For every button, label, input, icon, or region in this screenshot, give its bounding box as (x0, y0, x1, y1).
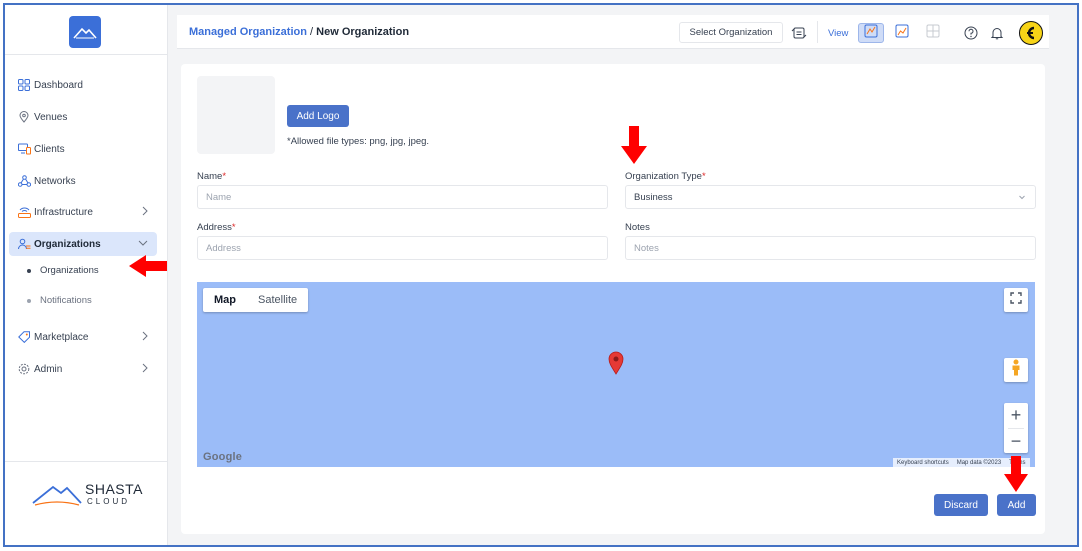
location-map[interactable]: Map Satellite + − Google Keyboard shortc… (197, 282, 1035, 467)
map-view-icon (864, 24, 878, 43)
zoom-out-button[interactable]: − (1004, 429, 1028, 454)
sidebar-item-label: Admin (34, 363, 63, 375)
name-input[interactable]: Name (197, 185, 608, 209)
sidebar-subitem-label: Organizations (40, 265, 99, 276)
chevron-right-icon (141, 362, 149, 377)
address-input[interactable]: Address (197, 236, 608, 260)
sidebar-divider (5, 461, 168, 462)
sidebar-item-marketplace[interactable]: Marketplace (9, 325, 157, 349)
gear-icon (17, 362, 31, 376)
street-view-pegman[interactable] (1004, 358, 1028, 382)
sidebar-subitem-label: Notifications (40, 295, 92, 306)
report-view-icon (895, 24, 909, 43)
zoom-controls: + − (1004, 403, 1028, 453)
add-button[interactable]: Add (997, 494, 1036, 516)
help-icon[interactable] (963, 25, 979, 41)
sidebar-item-admin[interactable]: Admin (9, 357, 157, 381)
map-marker-icon[interactable] (608, 351, 624, 380)
notes-input[interactable]: Notes (625, 236, 1036, 260)
sidebar-item-organizations[interactable]: Organizations (9, 232, 157, 256)
map-data-text: Map data ©2023 (956, 460, 1002, 466)
annotation-arrow-left (129, 255, 167, 277)
breadcrumb-current: New Organization (316, 26, 410, 38)
view-report-button[interactable] (889, 23, 915, 43)
dashboard-grid-icon (17, 78, 31, 92)
breadcrumb-link[interactable]: Managed Organization (189, 26, 307, 38)
breadcrumb: Managed Organization / New Organization (189, 26, 409, 38)
devices-icon (17, 142, 31, 156)
sidebar-item-clients[interactable]: Clients (9, 137, 157, 161)
tab-satellite[interactable]: Satellite (247, 288, 308, 312)
sidebar-item-infrastructure[interactable]: Infrastructure (9, 200, 157, 224)
bullet (27, 268, 31, 273)
chevron-right-icon (141, 330, 149, 345)
router-icon (17, 205, 31, 219)
view-label: View (828, 28, 849, 39)
required-mark: * (231, 222, 236, 233)
sidebar-subitem-organizations[interactable]: Organizations (27, 265, 99, 276)
organization-type-label-text: Organization Type (625, 171, 702, 182)
bell-icon[interactable] (989, 25, 1005, 41)
organization-type-label: Organization Type* (625, 171, 706, 182)
pegman-icon (1010, 359, 1022, 382)
sidebar-item-label: Networks (34, 175, 76, 187)
keyboard-shortcuts-link[interactable]: Keyboard shortcuts (893, 460, 953, 466)
required-mark: * (701, 171, 706, 182)
zoom-in-button[interactable]: + (1004, 403, 1028, 428)
address-label: Address* (197, 222, 236, 233)
avatar[interactable] (1019, 21, 1043, 45)
annotation-arrow-down (1004, 456, 1028, 492)
switch-organization-icon[interactable] (789, 23, 809, 43)
required-mark: * (222, 171, 227, 182)
sidebar-item-label: Venues (34, 111, 68, 123)
google-logo: Google (203, 451, 243, 463)
top-header: Managed Organization / New Organization … (177, 15, 1049, 49)
network-icon (17, 174, 31, 188)
add-logo-button[interactable]: Add Logo (287, 105, 349, 127)
tab-map[interactable]: Map (203, 288, 247, 312)
sidebar-divider (5, 54, 168, 55)
sidebar-item-label: Marketplace (34, 331, 89, 343)
name-label: Name* (197, 171, 226, 182)
fullscreen-button[interactable] (1004, 288, 1028, 312)
sidebar-item-networks[interactable]: Networks (9, 169, 157, 193)
name-label-text: Name (197, 171, 223, 182)
grid-view-icon (926, 24, 940, 43)
notes-label: Notes (625, 222, 650, 233)
view-grid-button[interactable] (920, 23, 946, 43)
app-logo[interactable] (69, 16, 101, 48)
organization-type-value: Business (634, 191, 673, 203)
sidebar-item-label: Organizations (34, 238, 101, 250)
header-divider (817, 21, 818, 43)
organization-type-select[interactable]: Business (625, 185, 1036, 209)
chevron-down-icon (1018, 193, 1026, 204)
annotation-arrow-down (621, 126, 647, 164)
tag-icon (17, 330, 31, 344)
map-type-tabs: Map Satellite (203, 288, 309, 312)
app-window: Dashboard Venues Clients Networks Infras… (3, 3, 1079, 547)
address-label-text: Address (197, 222, 232, 233)
breadcrumb-separator: / (310, 26, 314, 38)
location-pin-icon (17, 110, 31, 124)
users-icon (17, 237, 31, 251)
sidebar-item-label: Clients (34, 143, 65, 155)
fullscreen-icon (1010, 291, 1022, 309)
sidebar-item-label: Dashboard (34, 79, 83, 91)
select-organization-dropdown[interactable]: Select Organization (679, 22, 783, 43)
chevron-right-icon (141, 205, 149, 220)
discard-button[interactable]: Discard (934, 494, 988, 516)
sidebar-item-label: Infrastructure (34, 206, 93, 218)
sidebar-subitem-notifications[interactable]: Notifications (27, 295, 92, 306)
new-organization-form: Add Logo *Allowed file types: png, jpg, … (181, 64, 1045, 534)
brand-name: SHASTA (85, 481, 143, 497)
sidebar-item-venues[interactable]: Venues (9, 105, 157, 129)
logo-placeholder (197, 76, 275, 154)
chevron-down-icon (137, 237, 149, 252)
bullet (27, 298, 31, 303)
sidebar-item-dashboard[interactable]: Dashboard (9, 73, 157, 97)
allowed-file-types-hint: *Allowed file types: png, jpg, jpeg. (287, 136, 430, 147)
view-map-button[interactable] (858, 23, 884, 43)
brand-subtitle: CLOUD (87, 497, 131, 506)
